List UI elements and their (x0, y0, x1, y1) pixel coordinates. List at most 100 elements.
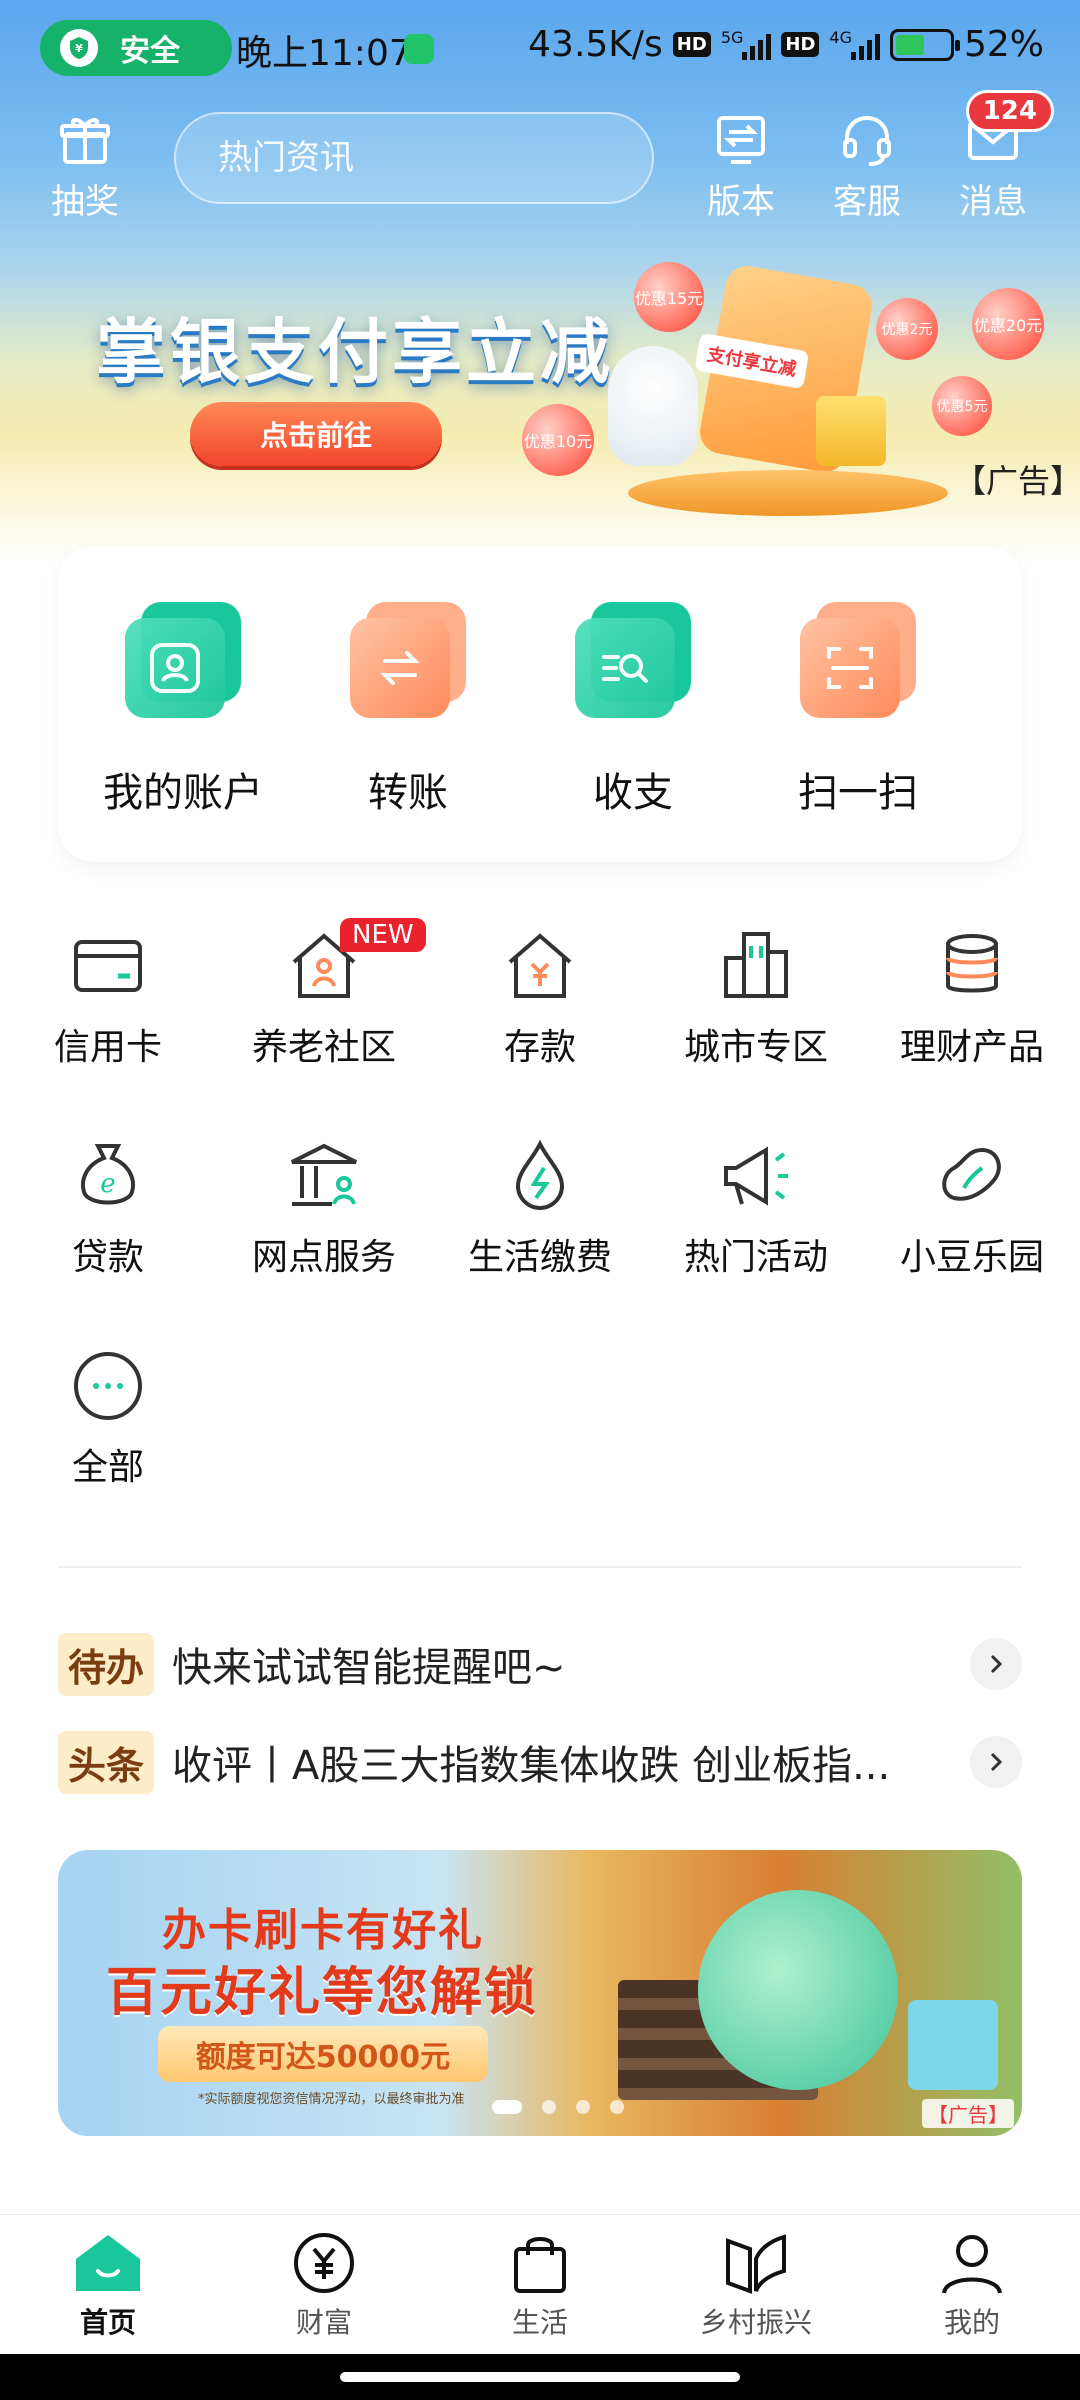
banner-title: 掌银支付享立减 (96, 310, 614, 393)
security-status-pill[interactable]: ¥ 安全 (40, 20, 232, 76)
promo-subheadline: 百元好礼等您解锁 (106, 1963, 539, 2023)
gesture-navigation-bar (0, 2354, 1080, 2400)
coupon-balloon: 优惠2元 (876, 298, 938, 360)
carousel-dot[interactable] (610, 2100, 624, 2114)
bean-park-icon (942, 1147, 1001, 1201)
phone-label: 支付享立减 (694, 332, 810, 390)
home-indicator[interactable] (340, 2372, 740, 2382)
network-speed: 43.5K/s (528, 24, 663, 65)
security-status-label: 安全 (120, 34, 180, 69)
chevron-right-icon[interactable] (970, 1638, 1022, 1690)
banner-go-button[interactable]: 点击前往 (190, 402, 442, 466)
wealth-product-icon (946, 934, 998, 993)
todo-notice-row[interactable]: 待办 快来试试智能提醒吧~ (58, 1632, 1022, 1696)
loan-icon: e (81, 1144, 135, 1205)
tab-wealth[interactable]: 财富 (234, 2231, 414, 2341)
hot-activity-button[interactable]: 热门活动 (656, 1138, 856, 1280)
carousel-dot[interactable] (492, 2100, 522, 2114)
service-label: 养老社区 (251, 1027, 396, 1068)
scan-button[interactable]: 扫一扫 (758, 602, 958, 818)
status-bar: ¥ 安全 晚上11:07 43.5K/s HD 5G HD 4G 52% (0, 0, 1080, 96)
deposit-button[interactable]: 存款 (440, 928, 640, 1070)
service-label: 贷款 (71, 1237, 144, 1278)
chevron-right-icon[interactable] (970, 1736, 1022, 1788)
ad-label: 【广告】 (922, 2099, 1014, 2128)
tab-label: 乡村振兴 (699, 2306, 812, 2339)
service-label: 网点服务 (251, 1237, 396, 1278)
more-icon (74, 1352, 142, 1420)
branch-service-icon (291, 1143, 357, 1206)
svg-text:e: e (100, 1169, 115, 1199)
carousel-dot[interactable] (576, 2100, 590, 2114)
yuan-icon (294, 2233, 354, 2293)
credit-card-button[interactable]: 信用卡 (8, 928, 208, 1070)
tab-mine[interactable]: 我的 (882, 2231, 1062, 2341)
tab-life[interactable]: 生活 (450, 2231, 630, 2341)
promo-headline: 办卡刷卡有好礼 (162, 1905, 484, 1956)
service-label: 小豆乐园 (899, 1237, 1044, 1278)
search-bar[interactable] (174, 112, 654, 204)
branch-service-button[interactable]: 网点服务 (224, 1138, 424, 1280)
customer-service-label: 客服 (833, 182, 901, 222)
customer-service-button[interactable]: 客服 (812, 112, 922, 223)
headline-tag: 头条 (58, 1730, 155, 1794)
city-zone-button[interactable]: 城市专区 (656, 928, 856, 1070)
service-label: 热门活动 (683, 1237, 828, 1278)
signal-5g-label: 5G (720, 27, 744, 47)
carousel-dot[interactable] (542, 2100, 556, 2114)
headline-text: 收评丨A股三大指数集体收跌 创业板指... (172, 1743, 891, 1789)
messages-label: 消息 (959, 182, 1027, 222)
coupon-balloon: 优惠15元 (634, 262, 704, 332)
new-badge: NEW (340, 918, 426, 952)
quick-action-label: 我的账户 (103, 770, 263, 816)
income-expense-button[interactable]: 收支 (533, 602, 733, 818)
shopping-bag-icon (514, 2237, 566, 2293)
utility-payment-button[interactable]: 生活缴费 (440, 1138, 640, 1280)
user-icon (942, 2235, 1002, 2294)
quick-action-label: 收支 (593, 770, 673, 816)
transfer-button[interactable]: 转账 (308, 602, 508, 818)
tab-label: 我的 (943, 2306, 1000, 2339)
version-switch-icon (717, 116, 765, 164)
tab-home[interactable]: 首页 (18, 2231, 198, 2341)
version-button[interactable]: 版本 (686, 112, 796, 223)
city-icon (724, 932, 788, 998)
signal-5g-icon: 5G (720, 27, 772, 60)
wealth-product-button[interactable]: 理财产品 (872, 928, 1072, 1070)
promo-banner[interactable]: 办卡刷卡有好礼 百元好礼等您解锁 额度可达50000元 *实际额度视您资信情况浮… (58, 1850, 1022, 2136)
my-account-button[interactable]: 我的账户 (83, 602, 283, 818)
hd-icon: HD (672, 32, 711, 57)
search-input[interactable] (218, 138, 642, 178)
coupon-balloon: 优惠5元 (932, 376, 992, 436)
loan-button[interactable]: e 贷款 (8, 1138, 208, 1280)
frog-mascot-illustration (698, 1890, 898, 2090)
shield-icon: ¥ (60, 29, 98, 67)
megaphone-icon (724, 1146, 788, 1206)
carousel-indicator (492, 2100, 624, 2114)
quick-action-label: 转账 (368, 770, 448, 816)
lottery-label: 抽奖 (51, 182, 119, 222)
service-label: 城市专区 (683, 1027, 828, 1068)
headline-notice-row[interactable]: 头条 收评丨A股三大指数集体收跌 创业板指... (58, 1730, 1022, 1794)
service-label: 全部 (71, 1447, 144, 1488)
ad-label: 【广告】 (954, 462, 1080, 500)
transfer-icon (380, 651, 420, 685)
messages-button[interactable]: 124 消息 (938, 90, 1054, 223)
todo-text: 快来试试智能提醒吧~ (172, 1645, 566, 1691)
signal-4g-label: 4G (829, 27, 852, 47)
signal-4g-icon: 4G (829, 27, 880, 60)
gift-box-illustration (816, 396, 886, 466)
service-label: 生活缴费 (467, 1237, 612, 1278)
gift-icon (60, 118, 110, 164)
svg-text:¥: ¥ (75, 42, 83, 55)
bottom-tab-bar: 首页 财富 生活 乡村振兴 我的 (0, 2214, 1080, 2354)
bean-park-button[interactable]: 小豆乐园 (872, 1138, 1072, 1280)
message-count-badge: 124 (965, 90, 1054, 132)
tab-rural-revitalization[interactable]: 乡村振兴 (666, 2231, 846, 2341)
all-services-button[interactable]: 全部 (8, 1348, 208, 1490)
lottery-button[interactable]: 抽奖 (30, 112, 140, 223)
coupon-balloon: 优惠10元 (522, 404, 594, 476)
elderly-community-button[interactable]: NEW 养老社区 (224, 918, 426, 1070)
service-label: 信用卡 (53, 1027, 162, 1068)
hd-icon: HD (781, 32, 820, 57)
